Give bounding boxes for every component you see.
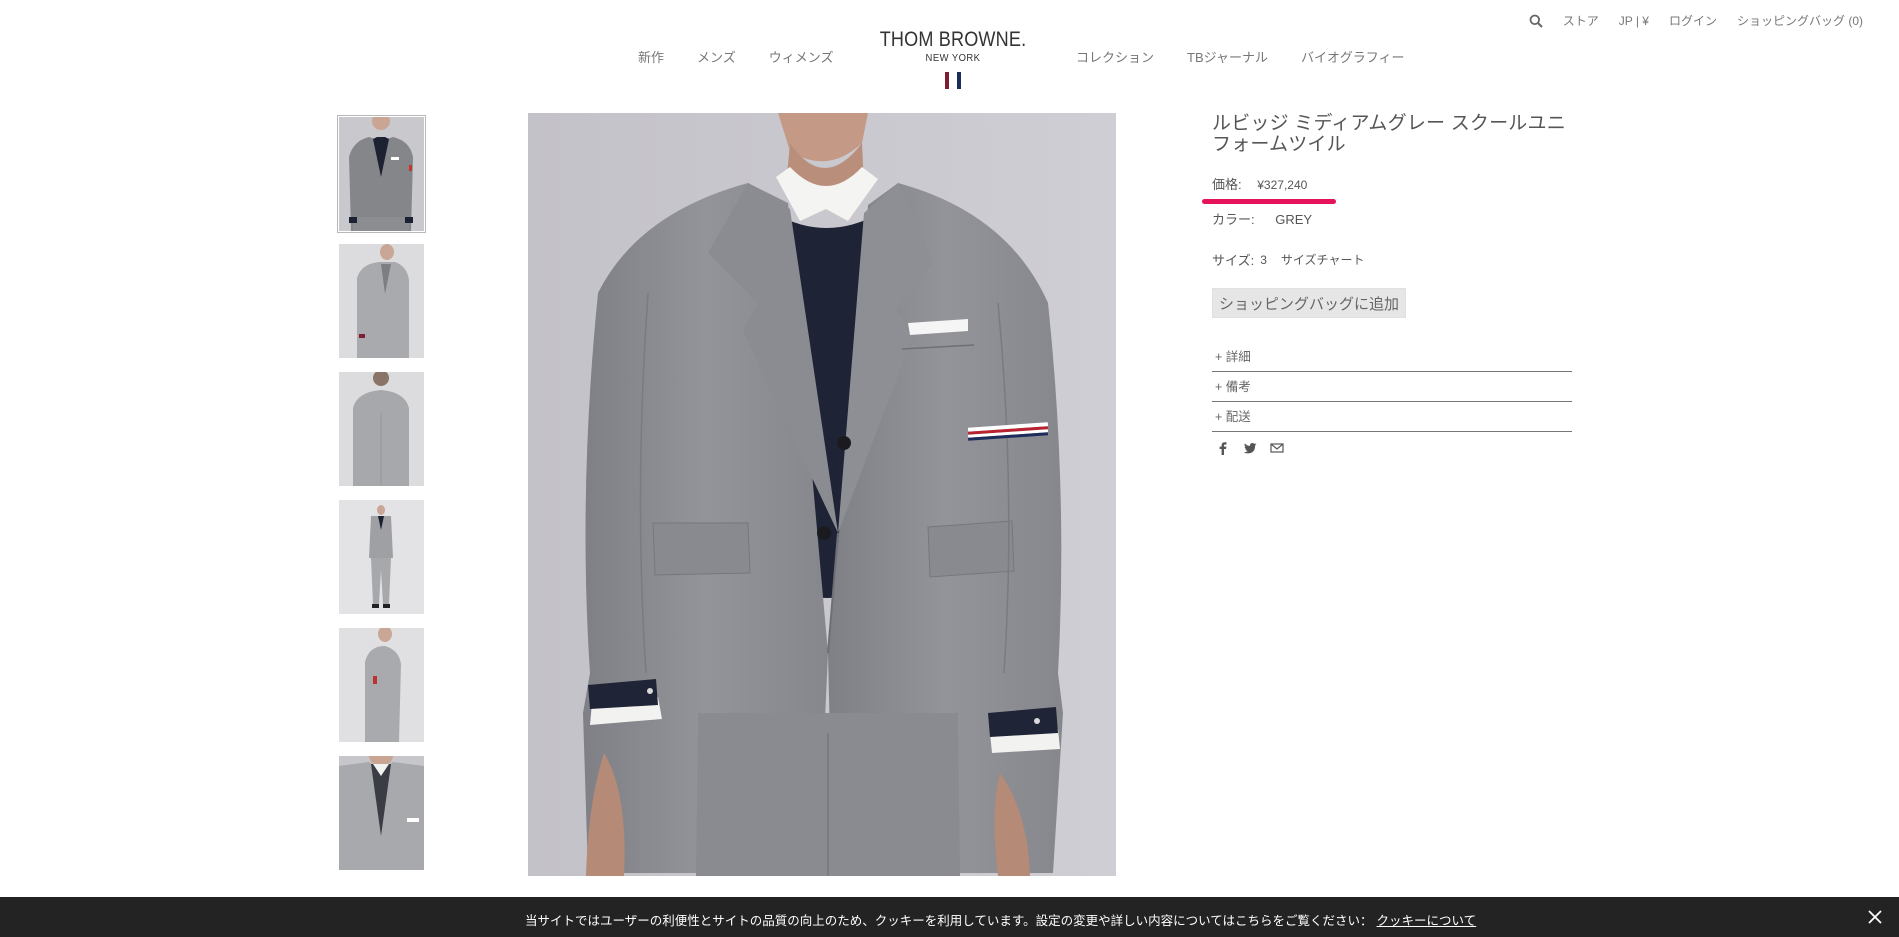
- thumbnail-front[interactable]: [337, 115, 426, 233]
- locale-selector[interactable]: JP | ¥: [1619, 14, 1649, 28]
- product-main-image[interactable]: [528, 113, 1116, 876]
- thumbnail-detail[interactable]: [339, 756, 424, 870]
- brand-logo[interactable]: THOM BROWNE. NEW YORK: [853, 28, 1053, 89]
- cookie-message: 当サイトではユーザーの利便性とサイトの品質の向上のため、クッキーを利用しています…: [525, 910, 1476, 929]
- price-value: ¥327,240: [1257, 178, 1308, 192]
- size-select[interactable]: 3: [1260, 253, 1267, 267]
- email-icon[interactable]: [1270, 441, 1284, 455]
- search-icon[interactable]: [1529, 14, 1543, 28]
- product-accordion: + 詳細 + 備考 + 配送: [1212, 342, 1572, 432]
- thumbnail-back[interactable]: [339, 372, 424, 486]
- price-highlight-mark: [1202, 199, 1336, 204]
- size-chart-link[interactable]: サイズチャート: [1281, 251, 1365, 268]
- thumbnail-three-quarter[interactable]: [339, 244, 424, 358]
- price-row: 価格: ¥327,240: [1202, 174, 1574, 204]
- thumbnail-full-length[interactable]: [339, 500, 424, 614]
- color-label: カラー:: [1212, 212, 1255, 227]
- accordion-details[interactable]: + 詳細: [1212, 342, 1572, 372]
- logo-wordmark: THOM BROWNE.: [879, 28, 1027, 51]
- close-icon[interactable]: [1867, 909, 1883, 925]
- store-link[interactable]: ストア: [1563, 12, 1599, 29]
- nav-journal[interactable]: TBジャーナル: [1187, 47, 1268, 66]
- main-nav-left: 新作 メンズ ウィメンズ: [638, 47, 867, 66]
- accordion-notes[interactable]: + 備考: [1212, 372, 1572, 402]
- accordion-details-label: + 詳細: [1215, 350, 1251, 364]
- nav-biography[interactable]: バイオグラフィー: [1301, 47, 1404, 66]
- accordion-notes-label: + 備考: [1215, 380, 1251, 394]
- share-links: [1212, 441, 1574, 455]
- accordion-shipping-label: + 配送: [1215, 410, 1251, 424]
- color-row: カラー: GREY: [1212, 209, 1574, 228]
- cookie-banner: 当サイトではユーザーの利便性とサイトの品質の向上のため、クッキーを利用しています…: [0, 897, 1899, 937]
- product-details: ルビッジ ミディアムグレー スクールユニフォームツイル 価格: ¥327,240…: [1202, 113, 1574, 455]
- size-row: サイズ: 3 サイズチャート: [1212, 250, 1574, 269]
- accordion-shipping[interactable]: + 配送: [1212, 402, 1572, 432]
- facebook-icon[interactable]: [1216, 441, 1230, 455]
- login-link[interactable]: ログイン: [1669, 12, 1717, 29]
- cookie-text: 当サイトではユーザーの利便性とサイトの品質の向上のため、クッキーを利用しています…: [525, 914, 1373, 928]
- shopping-bag-link[interactable]: ショッピングバッグ (0): [1737, 12, 1863, 29]
- product-title: ルビッジ ミディアムグレー スクールユニフォームツイル: [1212, 113, 1566, 155]
- logo-subtitle: NEW YORK: [925, 52, 981, 64]
- thumbnail-side[interactable]: [339, 628, 424, 742]
- nav-collection[interactable]: コレクション: [1076, 47, 1154, 66]
- utility-bar: ストア JP | ¥ ログイン ショッピングバッグ (0): [1509, 12, 1863, 29]
- nav-new[interactable]: 新作: [638, 47, 664, 66]
- size-label: サイズ:: [1212, 253, 1255, 268]
- twitter-icon[interactable]: [1243, 441, 1257, 455]
- nav-mens[interactable]: メンズ: [697, 47, 736, 66]
- main-nav-right: コレクション TBジャーナル バイオグラフィー: [1076, 47, 1437, 66]
- tricolor-flag-icon: [853, 72, 1053, 89]
- cookie-policy-link[interactable]: クッキーについて: [1377, 914, 1477, 928]
- nav-womens[interactable]: ウィメンズ: [769, 47, 834, 66]
- color-value[interactable]: GREY: [1275, 212, 1312, 227]
- price-label: 価格:: [1212, 177, 1242, 192]
- add-to-bag-button[interactable]: ショッピングバッグに追加: [1212, 288, 1407, 318]
